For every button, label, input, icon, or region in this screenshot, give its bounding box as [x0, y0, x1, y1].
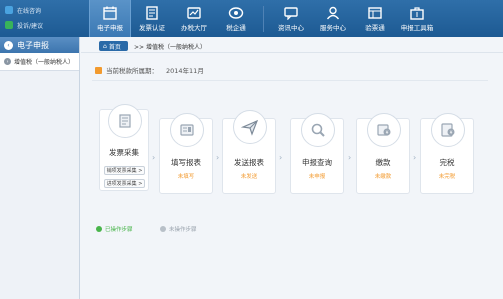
top-bar: 在线咨询 投诉/建议 电子申报 发票认证 办税大厅 税企通 资讯中心 服务中心 … [0, 0, 503, 37]
invoice-icon [146, 5, 158, 20]
nav-e-filing-label: 电子申报 [97, 23, 123, 32]
nav-service-center-label: 服务中心 [320, 23, 346, 32]
nav-ticket-check[interactable]: 验票通 [354, 0, 396, 37]
step-payment-status: 未缴款 [374, 174, 392, 180]
message-icon [284, 6, 298, 20]
chevron-right-icon: › [4, 58, 11, 65]
feedback-icon [5, 21, 13, 29]
divider [92, 80, 488, 81]
step-fill-report-title: 填写报表 [171, 158, 201, 167]
step-invoice-collection-circle [108, 104, 142, 138]
home-button[interactable]: ⌂ 首页 [99, 41, 128, 51]
form-icon [180, 124, 194, 136]
nav-tax-enterprise[interactable]: 税企通 [215, 0, 257, 37]
step-tax-completed-circle: ¥ [431, 113, 465, 147]
sidebar-header: ‹ 电子申报 [0, 37, 79, 53]
period-label: 当前税款所属期： [106, 67, 158, 75]
step-payment[interactable]: ¥ 缴款 未缴款 [356, 113, 410, 194]
chevron-right-icon: › [413, 153, 417, 162]
breadcrumb: ⌂ 首页 >> 增值税（一般纳税人） [81, 40, 503, 53]
step-payment-title: 缴款 [375, 158, 391, 167]
svg-text:¥: ¥ [450, 130, 453, 136]
legend-pending-label: 未操作步骤 [169, 227, 197, 233]
ticket-icon [368, 6, 382, 19]
feedback-link[interactable]: 投诉/建议 [5, 19, 43, 31]
nav-e-filing[interactable]: 电子申报 [89, 0, 131, 37]
svg-text:¥: ¥ [386, 130, 389, 136]
main-nav: 电子申报 发票认证 办税大厅 税企通 资讯中心 服务中心 验票通 申报工具箱 [89, 0, 438, 37]
step-tax-completed-status: 未完税 [438, 174, 456, 180]
home-label: 首页 [108, 43, 121, 51]
legend-pending: 未操作步骤 [160, 225, 197, 233]
nav-service-center[interactable]: 服务中心 [312, 0, 354, 37]
step-fill-report[interactable]: 填写报表 未填写 [159, 113, 213, 194]
sidebar-item-label: 增值税（一般纳税人） [14, 59, 75, 66]
nav-invoice-auth[interactable]: 发票认证 [131, 0, 173, 37]
period-value: 2014年11月 [166, 67, 204, 75]
input-invoice-button[interactable]: 进项发票采集 > [104, 179, 145, 188]
nav-divider [263, 6, 264, 32]
chevron-left-icon[interactable]: ‹ [4, 40, 13, 50]
step-filing-query[interactable]: 申报查询 未申报 [290, 113, 344, 194]
step-tax-completed[interactable]: ¥ 完税 未完税 [420, 113, 474, 194]
search-icon [311, 123, 325, 137]
breadcrumb-path: >> 增值税（一般纳税人） [134, 44, 206, 51]
step-send-report-status: 未发送 [240, 174, 258, 180]
calendar-small-icon [95, 66, 102, 74]
step-fill-report-status: 未填写 [177, 174, 195, 180]
calendar-icon [103, 6, 117, 20]
step-filing-query-status: 未申报 [308, 174, 326, 180]
send-icon [241, 119, 259, 136]
nav-invoice-auth-label: 发票认证 [139, 23, 165, 32]
nav-toolbox[interactable]: 申报工具箱 [396, 0, 438, 37]
step-payment-circle: ¥ [367, 113, 401, 147]
legend-done: 已操作步骤 [96, 225, 133, 233]
legend-done-label: 已操作步骤 [105, 227, 133, 233]
user-icon [326, 6, 340, 19]
step-send-report[interactable]: 发送报表 未发送 [222, 110, 276, 194]
chevron-right-icon: › [152, 153, 156, 162]
online-consult-label: 在线咨询 [17, 7, 42, 15]
tax-done-icon: ¥ [441, 123, 455, 137]
tax-period: 当前税款所属期： 2014年11月 [95, 65, 204, 75]
document-icon [119, 114, 131, 128]
chevron-right-icon: › [348, 153, 352, 162]
step-fill-report-circle [170, 113, 204, 147]
nav-info-center[interactable]: 资讯中心 [270, 0, 312, 37]
top-links: 在线咨询 投诉/建议 [0, 0, 80, 37]
step-filing-query-circle [301, 113, 335, 147]
pending-dot-icon [160, 226, 166, 232]
step-send-report-title: 发送报表 [234, 158, 264, 167]
chevron-right-icon: › [279, 153, 283, 162]
nav-toolbox-label: 申报工具箱 [400, 23, 434, 32]
done-dot-icon [96, 226, 102, 232]
feedback-label: 投诉/建议 [17, 22, 44, 30]
payment-icon: ¥ [377, 124, 391, 136]
chat-icon [5, 6, 13, 14]
nav-info-center-label: 资讯中心 [278, 23, 304, 32]
step-send-report-circle [233, 110, 267, 144]
online-consult-link[interactable]: 在线咨询 [5, 4, 41, 16]
step-invoice-collection[interactable]: 发票采集 销项发票采集 > 进项发票采集 > [99, 104, 149, 191]
sidebar-item-vat[interactable]: › 增值税（一般纳税人） [0, 53, 79, 71]
step-invoice-collection-title: 发票采集 [109, 148, 139, 157]
nav-tax-enterprise-label: 税企通 [226, 23, 246, 32]
nav-ticket-check-label: 验票通 [365, 23, 385, 32]
sidebar-title: 电子申报 [17, 40, 49, 50]
step-tax-completed-title: 完税 [439, 158, 455, 167]
eye-icon [228, 6, 244, 19]
hall-icon [187, 6, 201, 19]
home-icon: ⌂ [103, 42, 107, 50]
sidebar: ‹ 电子申报 › 增值税（一般纳税人） [0, 37, 80, 299]
nav-tax-hall-label: 办税大厅 [181, 23, 207, 32]
step-filing-query-title: 申报查询 [302, 158, 332, 167]
output-invoice-button[interactable]: 销项发票采集 > [104, 166, 145, 175]
nav-tax-hall[interactable]: 办税大厅 [173, 0, 215, 37]
toolbox-icon [410, 6, 424, 20]
